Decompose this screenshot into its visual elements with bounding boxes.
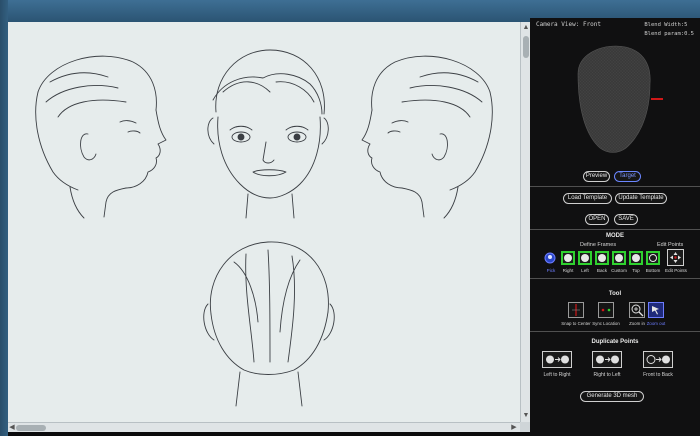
- head-custom-icon[interactable]: [612, 251, 626, 265]
- mode-label-edit-points: Edit Points: [665, 268, 687, 273]
- head-sketches: [35, 49, 493, 407]
- sync-location-icon[interactable]: [598, 302, 614, 318]
- scroll-right-arrow-icon[interactable]: ▶: [510, 423, 518, 432]
- dup-label-front-to-back: Front to Back: [643, 372, 673, 378]
- head-back-icon[interactable]: [595, 251, 609, 265]
- define-frames-label: Define Frames: [580, 242, 617, 248]
- blend-param-value: Blend param:0.5: [644, 31, 694, 37]
- sketch-front-face: [207, 49, 329, 219]
- tool-label-snap-to-center: Snap to Center: [561, 321, 591, 326]
- divider: [530, 229, 700, 230]
- reference-sketch-canvas[interactable]: [8, 22, 520, 422]
- head-bottom-icon[interactable]: [646, 251, 660, 265]
- tool-title: Tool: [608, 291, 622, 297]
- head-left-icon[interactable]: [578, 251, 592, 265]
- horizontal-scrollbar[interactable]: ◀ ▶: [8, 422, 520, 432]
- dup-label-right-to-left: Right to Left: [593, 372, 621, 378]
- edit-points-heading: Edit Points: [657, 242, 684, 248]
- 3d-face-viewport[interactable]: [570, 44, 658, 154]
- load-template-button[interactable]: Load Template: [563, 193, 612, 204]
- right-to-left-icon[interactable]: [592, 351, 622, 368]
- sketch-profile-right: [361, 55, 493, 219]
- preview-button[interactable]: Preview: [583, 171, 610, 182]
- window-frame-left: [0, 0, 8, 436]
- camera-view-label: Camera View: Front: [536, 21, 602, 28]
- front-to-back-icon[interactable]: [643, 351, 673, 368]
- zoom-in-icon[interactable]: [629, 302, 645, 318]
- head-right-icon[interactable]: [561, 251, 575, 265]
- snap-to-center-icon[interactable]: [568, 302, 584, 318]
- divider: [530, 278, 700, 279]
- mode-label-bottom: Bottom: [645, 268, 661, 273]
- vertical-scrollbar[interactable]: ▲ ▼: [520, 22, 530, 422]
- save-button[interactable]: SAVE: [614, 214, 638, 225]
- divider: [530, 186, 700, 187]
- target-marker: [651, 98, 663, 100]
- blend-readout: Blend Width:5 Blend param:0.5: [644, 21, 694, 39]
- scroll-up-arrow-icon[interactable]: ▲: [522, 24, 530, 32]
- scroll-corner: [520, 422, 530, 432]
- tool-label-sync-location: Sync Location: [592, 321, 620, 326]
- scroll-down-arrow-icon[interactable]: ▼: [522, 412, 530, 420]
- left-to-right-icon[interactable]: [542, 351, 572, 368]
- update-template-button[interactable]: Update Template: [615, 193, 667, 204]
- vertical-scroll-thumb[interactable]: [523, 36, 529, 58]
- sketch-profile-left: [35, 55, 167, 219]
- pick-icon[interactable]: [543, 251, 557, 265]
- scroll-left-arrow-icon[interactable]: ◀: [8, 423, 16, 432]
- head-top-icon[interactable]: [629, 251, 643, 265]
- sketch-back-head: [203, 241, 335, 407]
- open-button[interactable]: OPEN: [585, 214, 609, 225]
- generate-3d-mesh-button[interactable]: Generate 3D mesh: [580, 391, 644, 402]
- horizontal-scroll-thumb[interactable]: [16, 425, 46, 431]
- edit-points-icon[interactable]: [667, 249, 684, 266]
- mode-title: MODE: [606, 233, 624, 239]
- tool-panel: Camera View: Front Blend Width:5 Blend p…: [530, 18, 700, 436]
- divider: [530, 331, 700, 332]
- zoom-out-icon[interactable]: [648, 302, 664, 318]
- target-button[interactable]: Target: [614, 171, 641, 182]
- tool-label-zoom-out: Zoom out: [646, 321, 666, 326]
- dup-label-left-to-right: Left to Right: [543, 372, 571, 378]
- blend-width-value: Blend Width:5: [644, 22, 688, 28]
- duplicate-points-title: Duplicate Points: [591, 339, 639, 345]
